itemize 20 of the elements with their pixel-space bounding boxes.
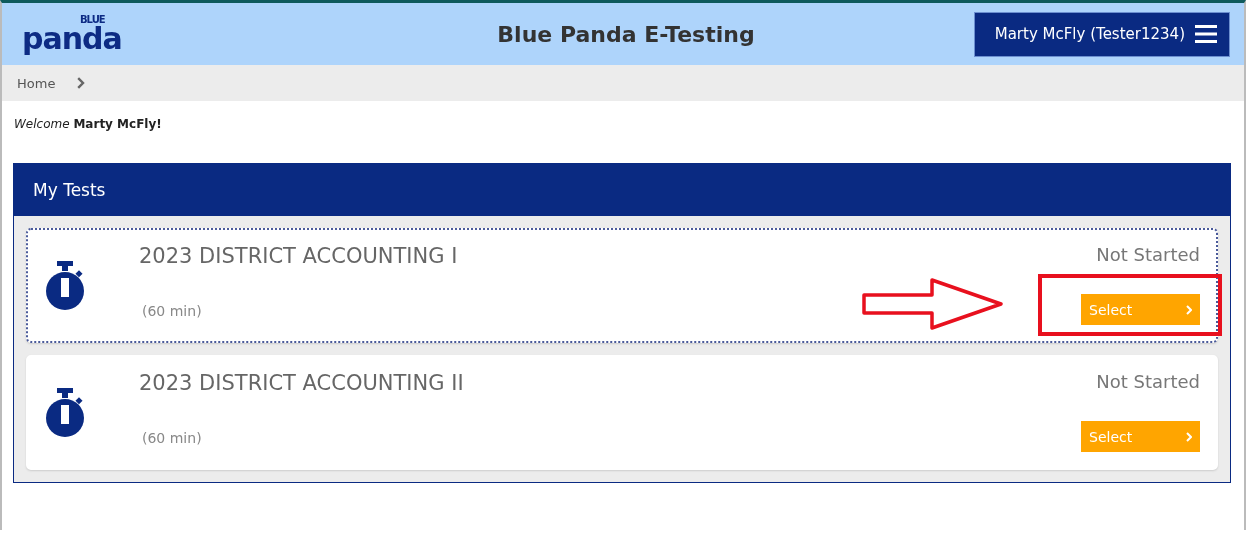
logo-small-text: BLUE bbox=[80, 14, 105, 25]
test-name: 2023 DISTRICT ACCOUNTING I bbox=[139, 244, 459, 268]
test-status: Not Started bbox=[1096, 371, 1200, 392]
user-menu-button[interactable]: Marty McFly (Tester1234) bbox=[973, 11, 1230, 57]
welcome-message: Welcome Marty McFly! bbox=[13, 116, 163, 131]
stopwatch-icon bbox=[44, 387, 86, 438]
test-card[interactable]: 2023 DISTRICT ACCOUNTING II (60 min) Not Started Select bbox=[26, 355, 1218, 470]
test-status: Not Started bbox=[1096, 244, 1200, 265]
menu-icon bbox=[1195, 25, 1217, 43]
app-title: Blue Panda E-Testing bbox=[497, 21, 755, 47]
test-duration: (60 min) bbox=[141, 430, 203, 446]
test-duration: (60 min) bbox=[141, 303, 203, 319]
breadcrumb-link[interactable]: Home bbox=[17, 75, 56, 91]
test-name: 2023 DISTRICT ACCOUNTING II bbox=[139, 371, 465, 395]
logo-text: panda bbox=[22, 24, 122, 54]
chevron-icon bbox=[1186, 431, 1192, 442]
stopwatch-icon bbox=[44, 260, 86, 311]
chevron-icon bbox=[1186, 304, 1192, 315]
panel-title: My Tests bbox=[14, 164, 1230, 216]
chevron-icon bbox=[77, 77, 85, 89]
